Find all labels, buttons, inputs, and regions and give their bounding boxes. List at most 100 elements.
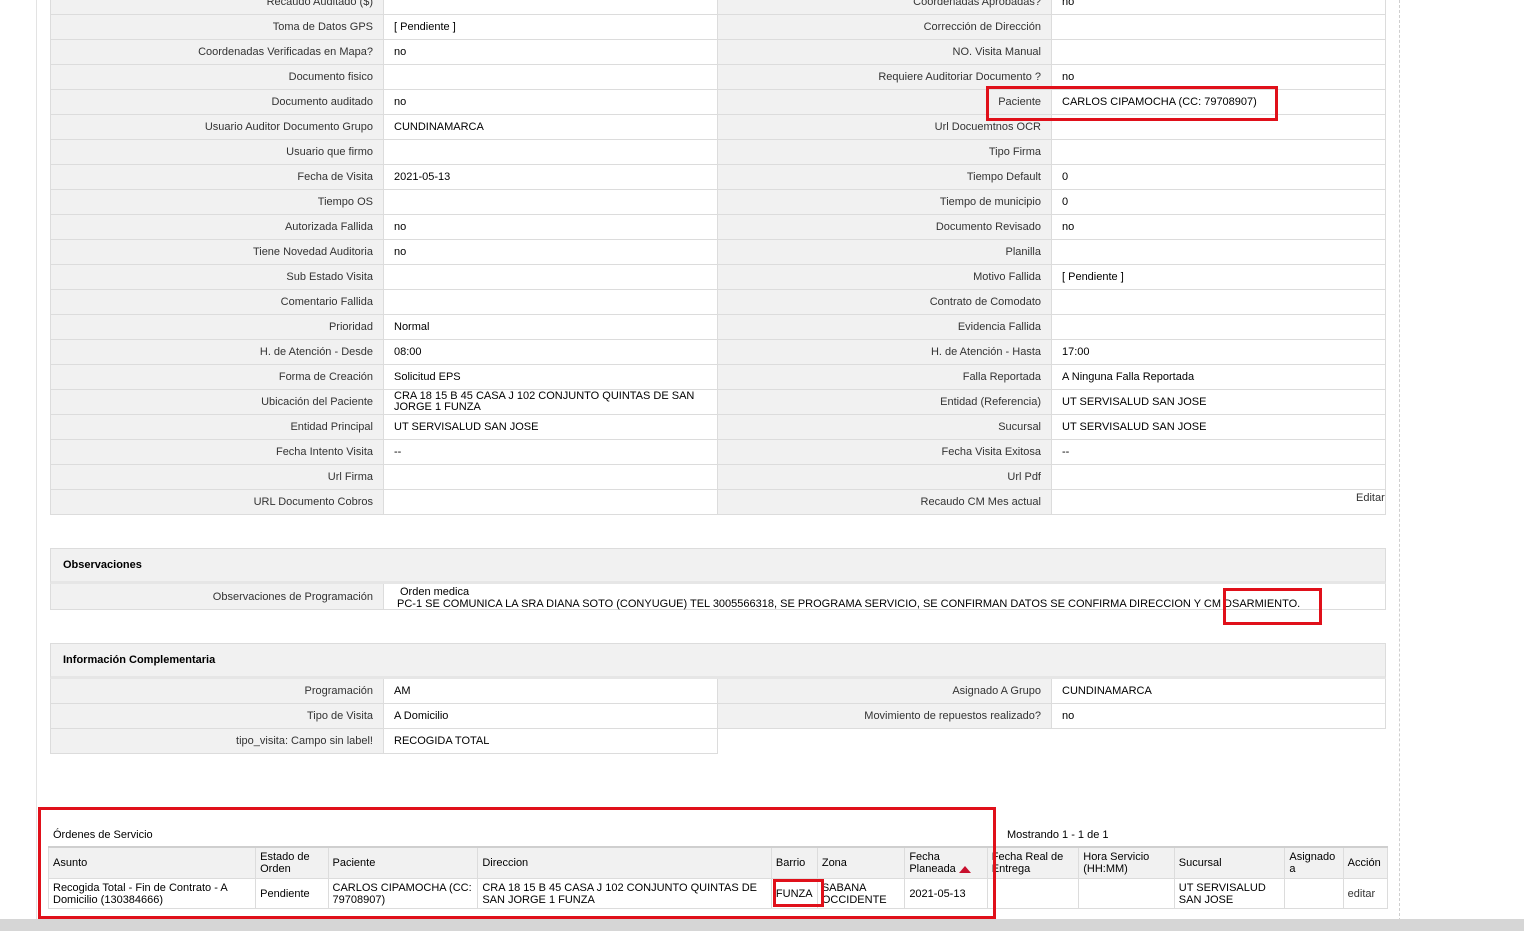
complementary-info-title: Información Complementaria [50, 643, 1386, 679]
field-label: Prioridad [328, 321, 373, 333]
cell-fecha-real [986, 878, 1080, 909]
col-asignado[interactable]: Asignado a [1284, 846, 1344, 879]
highlight-barrio [773, 879, 824, 907]
label-ubicacion-del-paciente: Ubicación del Paciente [50, 390, 384, 415]
field-label: Fecha de Visita [297, 171, 373, 183]
field-label: Coordenadas Aprobadas? [913, 0, 1041, 8]
field-value: 08:00 [394, 345, 422, 358]
label-documento-revisado: Documento Revisado [718, 215, 1052, 240]
label-tipo-visita-campo-sin-label: tipo_visita: Campo sin label! [50, 729, 384, 754]
field-value: UT SERVISALUD SAN JOSE [394, 420, 539, 433]
page-right-divider [1399, 0, 1400, 921]
value-tipo-visita-campo-sin-label: RECOGIDA TOTAL [384, 729, 718, 754]
field-value: A Domicilio [394, 709, 449, 722]
field-label: Asignado A Grupo [952, 685, 1041, 697]
value-fecha-visita-exitosa: -- [1052, 440, 1386, 465]
field-row: Comentario Fallida Contrato de Comodato [50, 290, 1386, 315]
value-entidad-principal: UT SERVISALUD SAN JOSE [384, 415, 718, 440]
label-tiempo-default: Tiempo Default [718, 165, 1052, 190]
field-label: Url Docuemtnos OCR [934, 121, 1041, 133]
field-label: Sub Estado Visita [286, 271, 373, 283]
field-value: no [1062, 0, 1075, 8]
field-label: Motivo Fallida [973, 271, 1041, 283]
field-label: Requiere Auditoriar Documento ? [878, 71, 1041, 83]
field-label: Coordenadas Verificadas en Mapa? [198, 46, 373, 58]
label-url-firma: Url Firma [50, 465, 384, 490]
field-label: Tiempo OS [317, 196, 373, 208]
label-fecha-intento-visita: Fecha Intento Visita [50, 440, 384, 465]
value-correccion-de-direccion [1052, 15, 1386, 40]
label-usuario-que-firmo: Usuario que firmo [50, 140, 384, 165]
field-value: CUNDINAMARCA [1062, 684, 1152, 697]
label-recaudo-auditado: Recaudo Auditado ($) [50, 0, 384, 15]
label-documento-auditado: Documento auditado [50, 90, 384, 115]
field-row: Recaudo Auditado ($) Coordenadas Aprobada… [50, 0, 1386, 15]
value-coordenadas-aprobadas: no [1052, 0, 1386, 15]
field-value: no [394, 45, 407, 58]
field-row: Usuario que firmo Tipo Firma [50, 140, 1386, 165]
col-sucursal[interactable]: Sucursal [1173, 846, 1286, 879]
highlight-orders [38, 807, 996, 919]
col-fecha-real[interactable]: Fecha Real de Entrega [986, 846, 1080, 879]
label-tiempo-de-municipio: Tiempo de municipio [718, 190, 1052, 215]
field-label: tipo_visita: Campo sin label! [236, 735, 373, 747]
label-programacion: Programación [50, 679, 384, 704]
label-tipo-de-visita: Tipo de Visita [50, 704, 384, 729]
field-label: Url Pdf [1007, 471, 1041, 483]
label-movimiento-de-repuestos-realizado: Movimiento de repuestos realizado? [718, 704, 1052, 729]
label-coordenadas-verificadas-en-mapa: Coordenadas Verificadas en Mapa? [50, 40, 384, 65]
highlight-observation [1223, 588, 1322, 625]
field-label: Toma de Datos GPS [272, 21, 373, 33]
label-comentario-fallida: Comentario Fallida [50, 290, 384, 315]
field-value: UT SERVISALUD SAN JOSE [1062, 395, 1207, 408]
highlight-patient [986, 86, 1278, 121]
label-planilla: Planilla [718, 240, 1052, 265]
field-label: Programación [304, 685, 373, 697]
value-tiene-novedad-auditoria: no [384, 240, 718, 265]
edit-order-link[interactable]: editar [1348, 888, 1376, 900]
label-fecha-de-visita: Fecha de Visita [50, 165, 384, 190]
field-value: no [1062, 709, 1075, 722]
edit-link[interactable]: Editar [1356, 492, 1385, 504]
label-entidad-principal: Entidad Principal [50, 415, 384, 440]
field-value: no [1062, 220, 1075, 233]
field-row: H. de Atención - Desde 08:00 H. de Atenció… [50, 340, 1386, 365]
field-row: Fecha de Visita 2021-05-13 Tiempo Default 0 [50, 165, 1386, 190]
field-value: Normal [394, 320, 430, 333]
field-label: Contrato de Comodato [929, 296, 1041, 308]
value-entidad-referencia: UT SERVISALUD SAN JOSE [1052, 390, 1386, 415]
field-label: Planilla [1005, 246, 1041, 258]
field-value: CRA 18 15 B 45 CASA J 102 CONJUNTO QUINT… [394, 390, 695, 413]
field-value: no [394, 220, 407, 233]
col-hora-servicio[interactable]: Hora Servicio (HH:MM) [1078, 846, 1175, 879]
label-sub-estado-visita: Sub Estado Visita [50, 265, 384, 290]
value-url-documento-cobros [384, 490, 718, 515]
label-evidencia-fallida: Evidencia Fallida [718, 315, 1052, 340]
value-comentario-fallida [384, 290, 718, 315]
field-row: Tiene Novedad Auditoria no Planilla [50, 240, 1386, 265]
value-tiempo-os [384, 190, 718, 215]
label-prioridad: Prioridad [50, 315, 384, 340]
value-autorizada-fallida: no [384, 215, 718, 240]
value-url-pdf [1052, 465, 1386, 490]
field-label: Documento Revisado [935, 221, 1041, 233]
field-label: Url Firma [327, 471, 373, 483]
field-value: RECOGIDA TOTAL [394, 734, 490, 747]
field-value: 2021-05-13 [394, 170, 451, 183]
field-row: Programación AM Asignado A Grupo CUNDINAMAR… [50, 679, 1386, 704]
value-coordenadas-verificadas-en-mapa: no [384, 40, 718, 65]
bottom-scrollbar[interactable] [0, 919, 1524, 931]
field-label: Tiempo de municipio [939, 196, 1041, 208]
value-contrato-de-comodato [1052, 290, 1386, 315]
value-no-visita-manual [1052, 40, 1386, 65]
field-value: UT SERVISALUD SAN JOSE [1062, 420, 1207, 433]
field-value: no [1062, 70, 1075, 83]
label-contrato-de-comodato: Contrato de Comodato [718, 290, 1052, 315]
field-row: Coordenadas Verificadas en Mapa? no NO. Vi… [50, 40, 1386, 65]
value-fecha-intento-visita: -- [384, 440, 718, 465]
field-row: Tipo de Visita A Domicilio Movimiento de r… [50, 704, 1386, 729]
field-value: -- [1062, 445, 1070, 458]
value-planilla [1052, 240, 1386, 265]
value-usuario-auditor-documento-grupo: CUNDINAMARCA [384, 115, 718, 140]
field-label: Fecha Visita Exitosa [941, 446, 1041, 458]
